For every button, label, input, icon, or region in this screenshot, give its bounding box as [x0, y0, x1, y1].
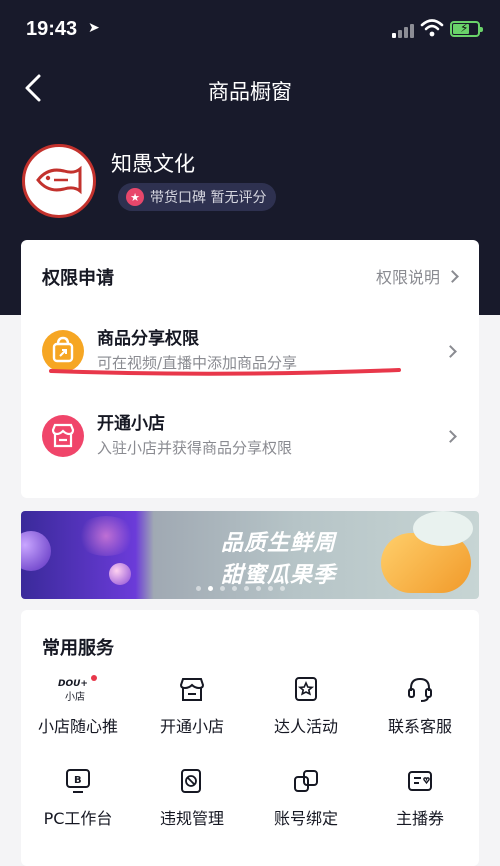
service-label: 开通小店 — [159, 717, 224, 736]
permission-card-title: 权限申请 — [42, 268, 114, 289]
banner-subheadline: 甜蜜瓜果季 — [221, 563, 337, 588]
red-annotation-underline — [49, 368, 401, 376]
service-item[interactable]: DOU+ 小店 小店随心推 — [21, 675, 135, 755]
service-label: 小店随心推 — [37, 717, 118, 736]
banner-headline: 品质生鲜周 — [221, 531, 337, 556]
star-frame-icon — [295, 677, 317, 701]
banner-pagination — [196, 586, 292, 591]
status-bar: 19:43 ➤ ⚡ — [0, 0, 500, 60]
svg-text:小店: 小店 — [65, 690, 85, 703]
cloud-decoration — [413, 511, 473, 546]
violation-icon — [181, 769, 201, 793]
service-item[interactable]: 开通小店 — [135, 675, 249, 755]
permission-item-share[interactable]: 商品分享权限 可在视频/直播中添加商品分享 — [21, 320, 479, 396]
service-item[interactable]: 违规管理 — [135, 767, 249, 847]
services-card: 常用服务 DOU+ 小店 小店随心推 开通小店 达人活动 联系客服 B PC工作… — [21, 610, 479, 866]
permission-explain-link[interactable]: 权限说明 — [375, 264, 459, 288]
service-label: 违规管理 — [159, 809, 224, 828]
cell-signal-icon — [392, 22, 416, 38]
service-item[interactable]: 达人活动 — [249, 675, 363, 755]
services-card-title: 常用服务 — [42, 638, 114, 659]
permission-item-title: 商品分享权限 — [97, 329, 199, 349]
dou-plus-icon: DOU+ 小店 — [58, 675, 97, 703]
battery-icon: ⚡ — [450, 21, 483, 37]
svg-text:DOU+: DOU+ — [58, 679, 88, 689]
service-label: PC工作台 — [43, 809, 113, 828]
permission-explain-label: 权限说明 — [375, 268, 440, 287]
fish-logo-icon — [36, 165, 82, 195]
headset-icon — [408, 677, 432, 702]
status-time: 19:43 — [26, 18, 78, 40]
service-label: 联系客服 — [387, 717, 452, 736]
permission-item-title: 开通小店 — [97, 414, 165, 434]
service-label: 账号绑定 — [273, 809, 338, 828]
planet-decoration — [21, 531, 51, 571]
service-item[interactable]: 主播券 — [363, 767, 477, 847]
chevron-right-icon — [444, 430, 457, 443]
planet-decoration — [109, 563, 131, 585]
svg-text:B: B — [74, 775, 82, 786]
service-label: 达人活动 — [273, 717, 338, 736]
chevron-right-icon — [446, 269, 459, 283]
service-item[interactable]: 账号绑定 — [249, 767, 363, 847]
star-icon: ★ — [126, 188, 144, 206]
promo-banner[interactable]: 品质生鲜周 甜蜜瓜果季 — [21, 511, 479, 599]
share-bag-icon — [42, 330, 84, 372]
permission-item-store[interactable]: 开通小店 入驻小店并获得商品分享权限 — [21, 405, 479, 481]
store-icon — [179, 678, 205, 701]
wifi-icon — [420, 19, 444, 37]
service-item[interactable]: B PC工作台 — [21, 767, 135, 847]
reputation-text: 带货口碑 暂无评分 — [150, 190, 267, 206]
chevron-right-icon — [444, 345, 457, 358]
page-title: 商品橱窗 — [208, 80, 292, 104]
reputation-badge[interactable]: ★ 带货口碑 暂无评分 — [118, 183, 277, 211]
permission-card: 权限申请 权限说明 商品分享权限 可在视频/直播中添加商品分享 开通小店 入驻小… — [21, 240, 479, 498]
link-icon — [294, 770, 318, 792]
service-label: 主播券 — [395, 809, 444, 828]
shop-name: 知愚文化 — [111, 152, 195, 176]
store-icon — [42, 415, 84, 457]
service-item[interactable]: 联系客服 — [363, 675, 477, 755]
shop-avatar[interactable] — [22, 144, 96, 218]
pc-workbench-icon: B — [66, 769, 90, 793]
permission-item-subtitle: 入驻小店并获得商品分享权限 — [97, 439, 293, 457]
glow-decoration — [76, 516, 136, 556]
coupon-icon — [408, 771, 432, 791]
location-arrow-icon: ➤ — [88, 20, 100, 36]
